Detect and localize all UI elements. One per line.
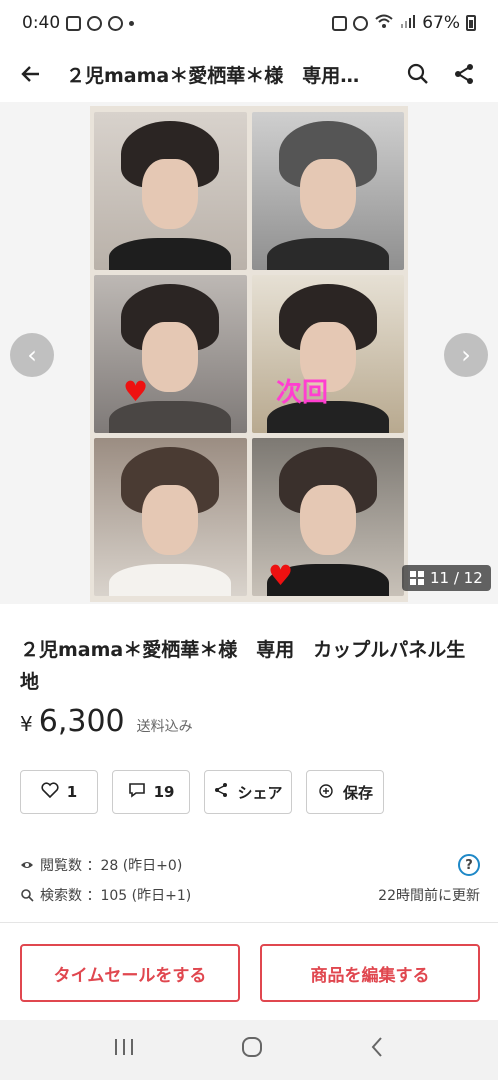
bottom-action-bar: タイムセールをする 商品を編集する (20, 944, 480, 1002)
views-row: 閲覧数 ：28 (昨日+0) ? (20, 850, 480, 880)
photo-panel (94, 275, 247, 433)
heart-icon (41, 782, 59, 802)
heart-mark-icon: ♥ (268, 559, 294, 592)
save-icon (317, 781, 335, 803)
action-buttons: 1 19 シェア 保存 (20, 770, 384, 814)
product-title: ２児mama＊愛栖華＊様 専用 カップルパネル生地 (20, 639, 466, 693)
grid-icon (410, 571, 424, 585)
info-notification-icon (87, 15, 103, 31)
share-icon[interactable] (444, 54, 484, 94)
views-text: 閲覧数 ：28 (昨日+0) (40, 858, 183, 874)
product-photo (90, 106, 408, 602)
share-button[interactable]: シェア (204, 770, 292, 814)
currency-symbol: ¥ (20, 712, 33, 736)
battery-percent: 67% (422, 13, 460, 33)
next-image-button[interactable]: › (444, 333, 488, 377)
price: 6,300 (38, 704, 125, 739)
recent-apps-icon[interactable] (113, 1037, 135, 1063)
photo-panel (251, 112, 404, 270)
eye-icon (20, 858, 34, 872)
wifi-icon (374, 13, 394, 34)
save-button[interactable]: 保存 (306, 770, 384, 814)
status-left: 0:40 (22, 13, 135, 33)
signal-icon (400, 13, 416, 34)
comment-icon (128, 782, 146, 802)
shipping-label: 送料込み (136, 719, 193, 735)
item-stats: 閲覧数 ：28 (昨日+0) ? 検索数 ：105 (昨日+1) 22時間前に更… (20, 850, 480, 910)
photo-overlay-text: 次回 (276, 378, 329, 408)
like-button[interactable]: 1 (20, 770, 98, 814)
share-small-icon (213, 782, 229, 802)
edit-item-button[interactable]: 商品を編集する (260, 944, 480, 1002)
battery-saver-icon (332, 15, 348, 31)
page-title: ２児mama＊愛栖華＊様 専用… (66, 64, 360, 87)
price-row: ¥ 6,300 送料込み (20, 704, 193, 739)
searches-row: 検索数 ：105 (昨日+1) 22時間前に更新 (20, 880, 480, 910)
searches-text: 検索数 ：105 (昨日+1) (40, 888, 192, 904)
alarm-icon (353, 15, 369, 31)
status-right: 67% (332, 13, 476, 34)
photo-panel (251, 275, 404, 433)
like-count: 1 (66, 783, 78, 801)
gallery-notification-icon (66, 15, 82, 31)
battery-icon (466, 15, 476, 31)
product-image-gallery[interactable]: ♥ ♥ 次回 ‹ › 11 / 12 (0, 102, 498, 604)
image-counter-text: 11 / 12 (430, 569, 483, 587)
system-nav-bar (0, 1020, 498, 1080)
more-notifications-icon (129, 20, 135, 26)
home-icon[interactable] (241, 1036, 263, 1064)
help-icon[interactable]: ? (458, 854, 480, 876)
heart-mark-icon: ♥ (123, 375, 149, 408)
back-arrow-icon[interactable] (14, 57, 48, 91)
time-sale-button[interactable]: タイムセールをする (20, 944, 240, 1002)
comment-button[interactable]: 19 (112, 770, 190, 814)
key-notification-icon (108, 15, 124, 31)
share-label: シェア (237, 783, 283, 802)
save-label: 保存 (342, 783, 373, 802)
updated-time: 22時間前に更新 (378, 888, 480, 904)
system-back-icon[interactable] (369, 1036, 385, 1064)
previous-image-button[interactable]: ‹ (10, 333, 54, 377)
divider (0, 922, 498, 923)
comment-count: 19 (153, 783, 175, 801)
search-icon[interactable] (398, 54, 438, 94)
image-counter[interactable]: 11 / 12 (402, 565, 491, 591)
status-time: 0:40 (22, 13, 61, 33)
app-header: ２児mama＊愛栖華＊様 専用… (0, 46, 498, 102)
photo-panel (94, 438, 247, 596)
search-small-icon (20, 888, 34, 902)
status-bar: 0:40 67% (0, 0, 498, 46)
photo-panel (94, 112, 247, 270)
